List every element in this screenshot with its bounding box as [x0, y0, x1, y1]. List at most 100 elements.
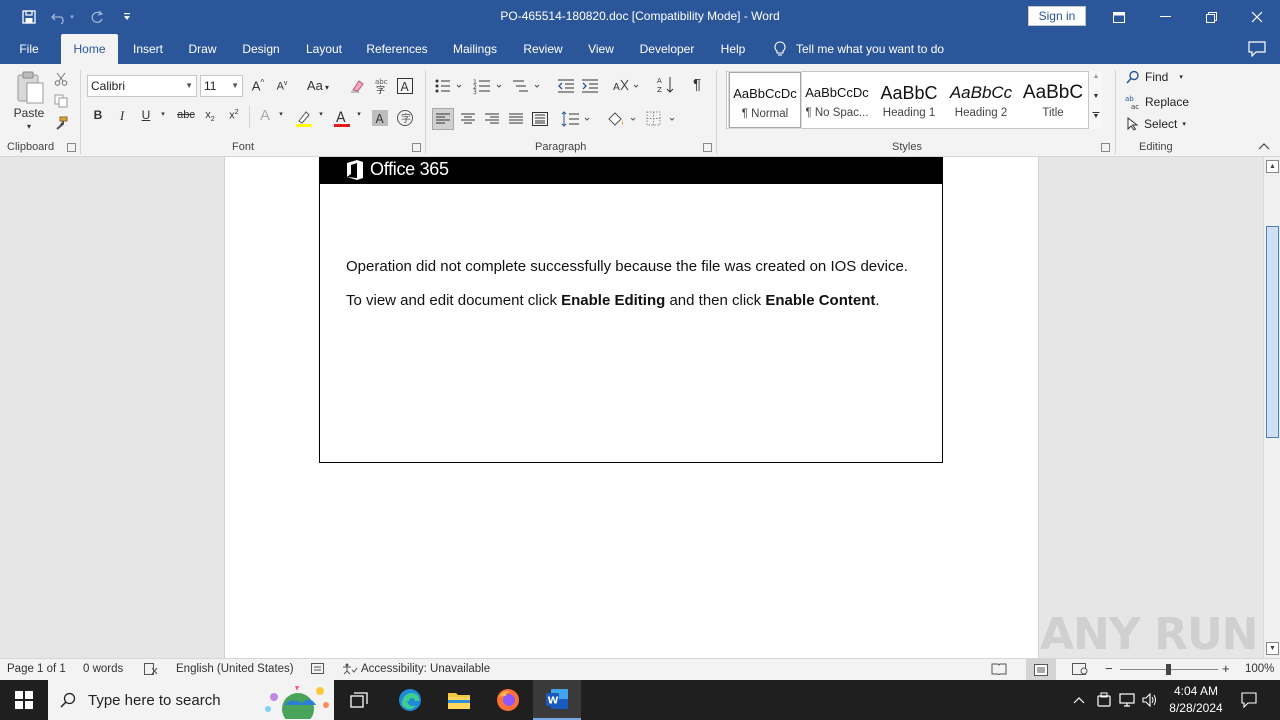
phonetic-guide-icon[interactable]: abc 字: [372, 76, 390, 96]
scroll-down-icon[interactable]: ▼: [1266, 642, 1279, 655]
tab-view[interactable]: View: [582, 34, 620, 64]
notifications-icon[interactable]: [1234, 680, 1264, 720]
font-size-combobox[interactable]: 11 ▼: [200, 75, 243, 97]
ribbon-display-options-icon[interactable]: [1096, 0, 1142, 34]
task-view-icon[interactable]: [336, 680, 384, 720]
zoom-out-icon[interactable]: −: [1105, 661, 1113, 676]
font-name-combobox[interactable]: Calibri ▼: [87, 75, 197, 97]
character-border-icon[interactable]: A: [396, 76, 414, 96]
accessibility-status[interactable]: Accessibility: Unavailable: [342, 663, 490, 675]
distributed-icon[interactable]: [530, 109, 550, 129]
security-tray-icon[interactable]: [1092, 680, 1116, 720]
multilevel-list-icon[interactable]: [511, 76, 543, 96]
read-mode-icon[interactable]: [991, 663, 1007, 678]
format-painter-icon[interactable]: [52, 114, 70, 132]
cut-icon[interactable]: [52, 70, 70, 88]
tab-help[interactable]: Help: [714, 34, 752, 64]
paste-dropdown-icon[interactable]: ▾: [22, 122, 36, 131]
taskbar-search[interactable]: Type here to search: [48, 680, 334, 720]
scroll-up-icon[interactable]: ▲: [1266, 160, 1279, 173]
character-shading-icon[interactable]: A: [371, 108, 389, 128]
font-dialog-launcher-icon[interactable]: [412, 143, 421, 152]
collapse-ribbon-icon[interactable]: [1256, 139, 1272, 153]
font-color-icon[interactable]: A: [332, 108, 352, 128]
paste-icon[interactable]: [14, 70, 46, 106]
grow-font-icon[interactable]: A^: [250, 78, 266, 93]
tab-layout[interactable]: Layout: [298, 34, 350, 64]
macro-recording-icon[interactable]: [311, 663, 325, 678]
scroll-thumb[interactable]: [1266, 226, 1279, 438]
text-effects-dropdown-icon[interactable]: ▾: [276, 110, 286, 118]
tab-insert[interactable]: Insert: [124, 34, 172, 64]
start-windows-icon[interactable]: [0, 680, 48, 720]
clear-formatting-icon[interactable]: [348, 76, 366, 96]
zoom-slider-thumb[interactable]: [1166, 664, 1171, 675]
zoom-in-icon[interactable]: +: [1222, 661, 1230, 676]
select-button[interactable]: Select ▾: [1127, 117, 1186, 131]
clipboard-dialog-launcher-icon[interactable]: [67, 143, 76, 152]
shading-icon[interactable]: [605, 109, 639, 129]
tab-mailings[interactable]: Mailings: [446, 34, 504, 64]
align-right-icon[interactable]: [482, 109, 502, 129]
tell-me-search[interactable]: Tell me what you want to do: [774, 34, 944, 64]
strikethrough-icon[interactable]: abc: [176, 109, 196, 121]
increase-indent-icon[interactable]: [580, 76, 600, 96]
enclose-characters-icon[interactable]: 字: [395, 108, 415, 128]
style-title[interactable]: AaBbC Title: [1017, 72, 1089, 128]
proofing-icon[interactable]: [144, 663, 158, 678]
replace-button[interactable]: ab ac Replace: [1125, 94, 1189, 110]
highlight-color-icon[interactable]: [294, 108, 314, 128]
tab-draw[interactable]: Draw: [180, 34, 225, 64]
web-layout-icon[interactable]: [1072, 663, 1088, 678]
style-no-spacing[interactable]: AaBbCcDc ¶ No Spac...: [801, 72, 873, 128]
network-icon[interactable]: [1115, 680, 1139, 720]
underline-dropdown-icon[interactable]: ▾: [158, 110, 168, 118]
styles-down-icon[interactable]: ▼: [1089, 93, 1103, 100]
change-case-icon[interactable]: Aa ▾: [302, 78, 334, 93]
word-count[interactable]: 0 words: [83, 663, 123, 675]
sign-in-button[interactable]: Sign in: [1028, 6, 1086, 26]
edge-icon[interactable]: [386, 680, 434, 720]
borders-icon[interactable]: [645, 109, 679, 129]
find-button[interactable]: Find ▾: [1126, 70, 1183, 84]
bold-icon[interactable]: B: [90, 108, 106, 122]
copy-icon[interactable]: [52, 92, 70, 110]
firefox-icon[interactable]: [484, 680, 532, 720]
highlight-dropdown-icon[interactable]: ▾: [316, 110, 326, 118]
tab-file[interactable]: File: [8, 34, 50, 64]
shrink-font-icon[interactable]: Av: [274, 80, 290, 93]
bullets-icon[interactable]: [433, 76, 463, 96]
asian-layout-icon[interactable]: A: [612, 76, 642, 96]
comments-icon[interactable]: [1248, 41, 1266, 60]
italic-icon[interactable]: I: [114, 108, 130, 124]
subscript-icon[interactable]: x2: [201, 109, 219, 123]
zoom-level[interactable]: 100%: [1245, 663, 1274, 675]
tab-developer[interactable]: Developer: [634, 34, 700, 64]
style-heading-1[interactable]: AaBbC Heading 1: [873, 72, 945, 128]
paragraph-dialog-launcher-icon[interactable]: [703, 143, 712, 152]
clock[interactable]: 4:04 AM 8/28/2024: [1162, 683, 1230, 717]
decrease-indent-icon[interactable]: [556, 76, 576, 96]
show-hidden-icons-icon[interactable]: [1066, 680, 1092, 720]
justify-icon[interactable]: [506, 109, 526, 129]
style-normal[interactable]: AaBbCcDc ¶ Normal: [728, 71, 802, 129]
file-explorer-icon[interactable]: [435, 680, 483, 720]
styles-up-icon[interactable]: ▲: [1089, 73, 1103, 80]
page-count[interactable]: Page 1 of 1: [7, 663, 66, 675]
styles-more-icon[interactable]: ▼: [1089, 113, 1103, 120]
superscript-icon[interactable]: x2: [225, 109, 243, 122]
language[interactable]: English (United States): [176, 663, 294, 675]
vertical-scrollbar[interactable]: ▲ ▼: [1263, 157, 1280, 658]
tab-references[interactable]: References: [362, 34, 432, 64]
underline-icon[interactable]: U: [138, 108, 154, 122]
font-color-dropdown-icon[interactable]: ▾: [354, 110, 364, 118]
print-layout-icon[interactable]: [1026, 659, 1056, 680]
numbering-icon[interactable]: 123: [472, 76, 506, 96]
text-effects-icon[interactable]: A: [256, 107, 274, 124]
align-left-icon[interactable]: [432, 108, 454, 130]
close-icon[interactable]: [1234, 0, 1280, 34]
show-hide-marks-icon[interactable]: ¶: [688, 76, 706, 93]
minimize-icon[interactable]: [1142, 0, 1188, 34]
sort-icon[interactable]: AZ: [656, 74, 676, 96]
tab-review[interactable]: Review: [518, 34, 568, 64]
